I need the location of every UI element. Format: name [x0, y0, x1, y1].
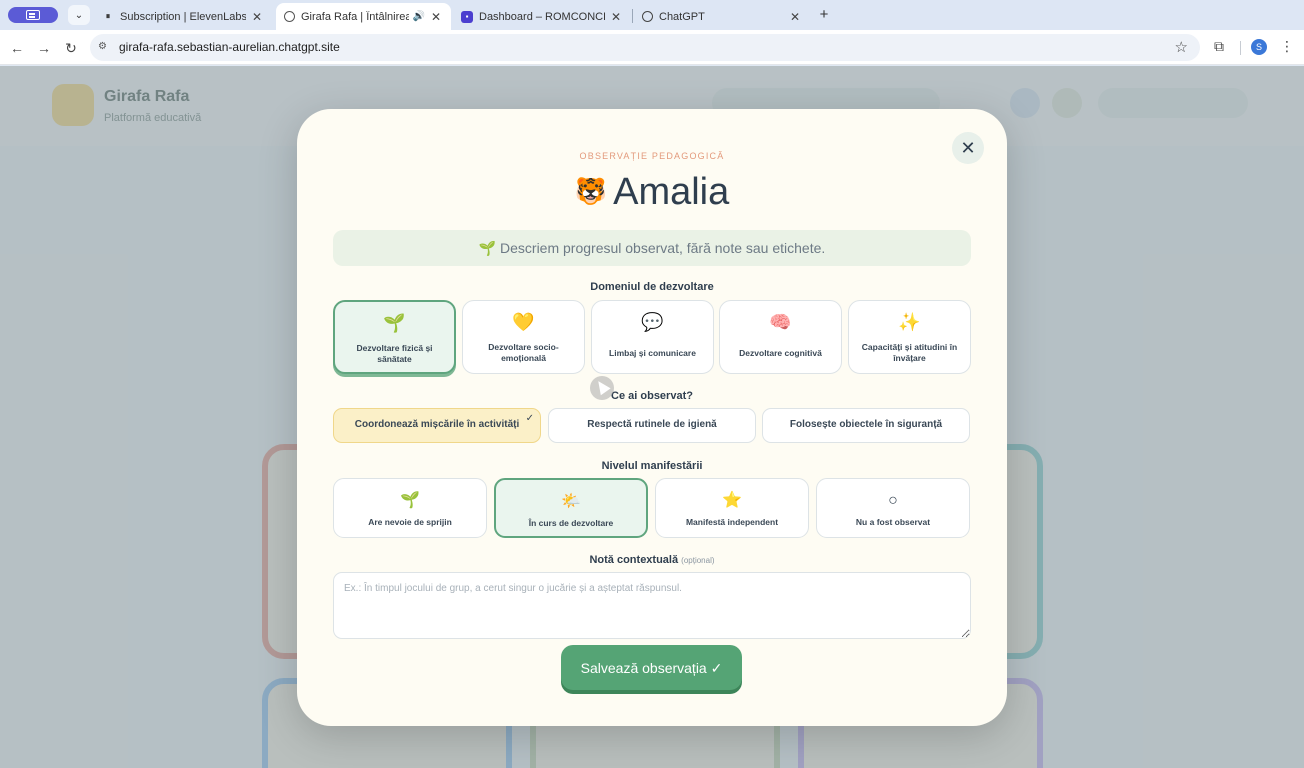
bookmark-star-icon[interactable]: ☆ [1175, 38, 1188, 56]
save-observation-button[interactable]: Salvează observația ✓ [561, 645, 742, 690]
level-section-label: Nivelul manifestării [601, 460, 703, 472]
context-note-textarea[interactable] [333, 572, 971, 639]
level-option-label: Are nevoie de sprijin [368, 517, 452, 527]
address-bar[interactable]: ⚙ girafa-rafa.sebastian-aurelian.chatgpt… [90, 34, 1200, 61]
back-button[interactable]: ← [7, 38, 27, 58]
browser-tab-elevenlabs[interactable]: ⏸ Subscription | ElevenLabs ✕ [94, 3, 272, 30]
arrow-right-icon: → [37, 40, 51, 56]
observation-option-coordination[interactable]: Coordonează mișcările în activități ✓ [333, 408, 541, 443]
tab-title: Dashboard – ROMCONCEPT [479, 10, 605, 23]
close-tab-icon[interactable]: ✕ [429, 10, 443, 24]
tab-search-button[interactable]: ⌄ [68, 5, 90, 25]
star-icon: ⭐ [722, 492, 742, 509]
tiger-icon: 🐯 [574, 176, 608, 206]
domain-section-label: Domeniul de dezvoltare [590, 281, 714, 293]
domain-option-label: Limbaj și comunicare [609, 347, 696, 358]
sun-behind-cloud-icon: 🌤️ [561, 493, 581, 510]
sprout-icon: 🌱 [383, 313, 406, 333]
profile-avatar[interactable]: S [1251, 39, 1267, 55]
observation-option-label: Coordonează mișcările în activități [354, 419, 520, 430]
circle-icon: ○ [888, 492, 898, 509]
browser-tab-girafa-rafa[interactable]: Girafa Rafa | Întâlnirea de 🔊 ✕ [276, 3, 451, 30]
chat-bubble-icon: ▪ [461, 10, 473, 23]
extensions-puzzle-icon[interactable]: ⧉ [1210, 38, 1228, 56]
domain-option-cognitive[interactable]: 🧠 Dezvoltare cognitivă [719, 300, 842, 374]
observation-option-label: Respectă rutinele de igienă [587, 419, 717, 430]
cursor-arrow-icon [593, 377, 611, 396]
tab-title: ChatGPT [659, 10, 705, 23]
mouse-cursor [590, 376, 614, 400]
browser-tab-dashboard[interactable]: ▪ Dashboard – ROMCONCEPT ✕ [453, 3, 631, 30]
screen-icon [26, 10, 40, 20]
child-name: Amalia [613, 171, 730, 213]
browser-tab-chatgpt[interactable]: ChatGPT ✕ [634, 3, 810, 30]
level-option-label: Nu a fost observat [855, 517, 931, 527]
domain-option-label: Dezvoltare fizică și sănătate [356, 343, 433, 364]
domain-option-label: Dezvoltare socio-emoțională [488, 342, 559, 363]
browser-tab-strip: ⌄ ⏸ Subscription | ElevenLabs ✕ Girafa R… [0, 0, 1304, 30]
globe-icon [284, 11, 295, 22]
sprout-icon: 🌱 [400, 492, 420, 509]
close-tab-icon[interactable]: ✕ [609, 10, 623, 24]
toolbar-separator [1240, 41, 1241, 55]
observation-option-safety[interactable]: Folosește obiectele în siguranță [762, 408, 970, 443]
tab-title: Girafa Rafa | Întâlnirea de [301, 10, 409, 23]
reload-button[interactable]: ↻ [61, 38, 81, 58]
level-option-developing[interactable]: 🌤️ În curs de dezvoltare [494, 478, 648, 538]
level-option-label: Manifestă independent [685, 517, 779, 527]
tab-group-button[interactable] [8, 7, 58, 23]
note-section-label: Notă contextuală (opțional) [297, 554, 1007, 566]
note-optional-tag: (opțional) [681, 556, 715, 565]
yellow-heart-icon: 💛 [512, 312, 535, 332]
browser-menu-icon[interactable]: ⋮ [1280, 38, 1294, 55]
modal-eyebrow: OBSERVAȚIE PEDAGOGICĂ [579, 151, 725, 161]
domain-option-language[interactable]: 💬 Limbaj și comunicare [591, 300, 714, 374]
speaker-icon[interactable]: 🔊 [413, 11, 425, 22]
close-tab-icon[interactable]: ✕ [788, 10, 802, 24]
arrow-left-icon: ← [10, 40, 24, 56]
domain-option-learning-attitudes[interactable]: ✨ Capacități și atitudini în învățare [848, 300, 971, 374]
observation-option-label: Folosește obiectele în siguranță [789, 419, 943, 430]
chevron-down-icon: ⌄ [74, 9, 84, 21]
guidance-hint: 🌱 Descriem progresul observat, fără note… [333, 230, 971, 266]
pause-icon: ⏸ [105, 11, 111, 21]
tab-title: Subscription | ElevenLabs [120, 10, 246, 23]
site-settings-icon[interactable]: ⚙ [98, 41, 107, 52]
speech-bubble-icon: 💬 [641, 312, 664, 332]
close-tab-icon[interactable]: ✕ [250, 10, 264, 24]
observation-option-hygiene[interactable]: Respectă rutinele de igienă [548, 408, 756, 443]
brain-icon: 🧠 [769, 312, 792, 332]
level-option-not-observed[interactable]: ○ Nu a fost observat [816, 478, 970, 538]
domain-option-label: Dezvoltare cognitivă [739, 347, 822, 358]
observation-modal: ✕ OBSERVAȚIE PEDAGOGICĂ 🐯 Amalia 🌱 Descri… [297, 109, 1007, 726]
new-tab-button[interactable]: + [814, 6, 834, 24]
checkmark-icon: ✓ [525, 413, 534, 424]
sparkles-icon: ✨ [898, 312, 921, 332]
level-option-label: În curs de dezvoltare [528, 518, 614, 528]
browser-toolbar: ← → ↻ ⚙ girafa-rafa.sebastian-aurelian.c… [0, 30, 1304, 65]
level-option-needs-support[interactable]: 🌱 Are nevoie de sprijin [333, 478, 487, 538]
level-option-independent[interactable]: ⭐ Manifestă independent [655, 478, 809, 538]
domain-option-label: Capacități și atitudini în învățare [861, 342, 958, 363]
forward-button[interactable]: → [34, 38, 54, 58]
observed-section-label: Ce ai observat? [611, 390, 693, 402]
tab-separator [632, 9, 633, 23]
url-text: girafa-rafa.sebastian-aurelian.chatgpt.s… [119, 40, 340, 54]
plus-icon: + [819, 6, 829, 23]
note-label-text: Notă contextuală [589, 554, 679, 566]
child-heading: 🐯 Amalia [297, 171, 1007, 214]
domain-option-socio-emotional[interactable]: 💛 Dezvoltare socio-emoțională [462, 300, 585, 374]
reload-icon: ↻ [65, 40, 77, 56]
domain-option-physical[interactable]: 🌱 Dezvoltare fizică și sănătate [333, 300, 456, 374]
openai-icon [642, 11, 653, 22]
